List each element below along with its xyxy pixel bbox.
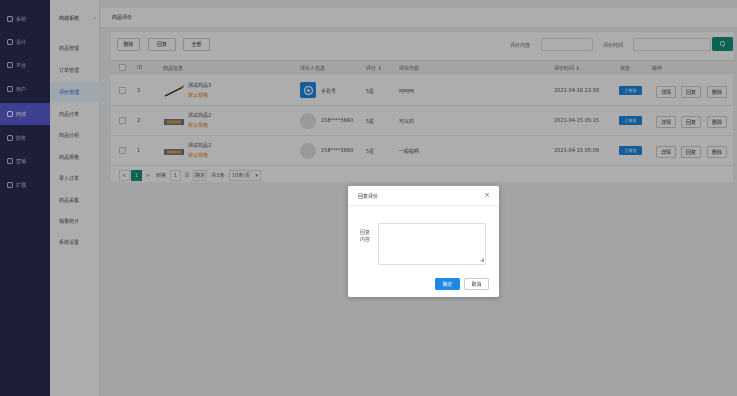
reply-content-textarea[interactable]: ◢ (378, 223, 486, 265)
reply-dialog: 回复评价 × 回复内容 ◢ 确定 取消 (348, 186, 499, 297)
reply-content-label: 回复内容 (360, 230, 371, 243)
close-icon[interactable]: × (484, 191, 490, 199)
dialog-header: 回复评价 × (348, 186, 499, 206)
resize-handle-icon[interactable]: ◢ (480, 258, 484, 263)
confirm-button[interactable]: 确定 (435, 278, 460, 290)
dialog-title: 回复评价 (358, 194, 379, 200)
cancel-button[interactable]: 取消 (464, 278, 489, 290)
